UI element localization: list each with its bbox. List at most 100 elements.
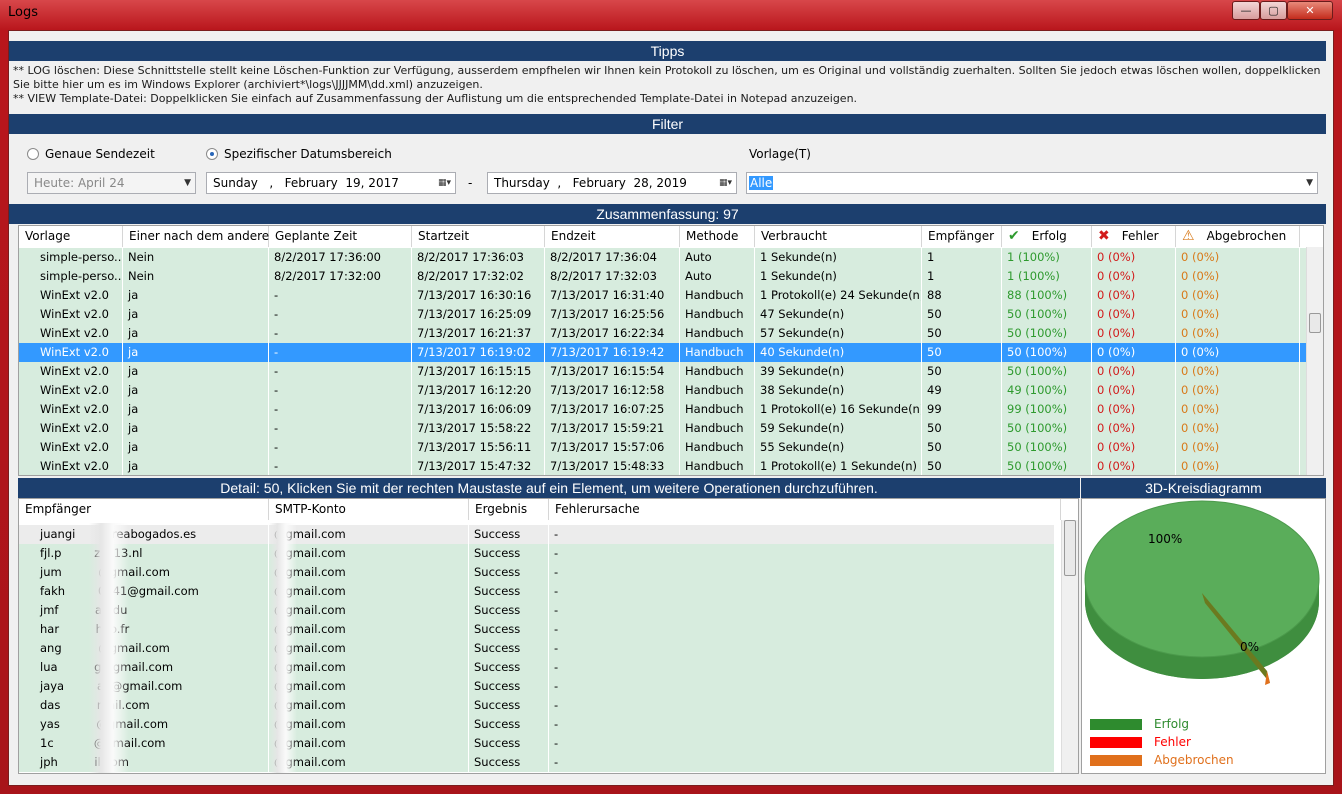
- table-cell: 1 (100%): [1002, 248, 1092, 267]
- table-cell: @gmail.com: [269, 696, 469, 715]
- column-header-10[interactable]: ⚠ Abgebrochen: [1176, 226, 1300, 247]
- detail-scrollbar[interactable]: [1061, 520, 1078, 773]
- column-header-3[interactable]: Startzeit: [412, 226, 545, 247]
- table-row[interactable]: WinExt v2.0 ja -7/13/2017 16:21:37 7/13/201…: [19, 324, 1306, 343]
- legend-item-fehler: Fehler: [1090, 735, 1191, 749]
- detail-column-header-2[interactable]: Ergebnis: [469, 499, 549, 520]
- table-row[interactable]: WinExt v2.0 ja -7/13/2017 15:58:22 7/13/201…: [19, 419, 1306, 438]
- maximize-button[interactable]: ▢: [1260, 1, 1287, 20]
- detail-column-header-0[interactable]: Empfänger: [19, 499, 269, 520]
- table-cell: 1 Sekunde(n): [755, 248, 922, 267]
- detail-table[interactable]: Empfänger SMTP-Konto Ergebnis Fehlerursache…: [18, 498, 1079, 774]
- table-cell: Handbuch: [680, 457, 755, 475]
- list-item[interactable]: har hoo.fr @gmail.com Success -: [19, 620, 1061, 639]
- calendar-icon[interactable]: ▦▾: [438, 173, 451, 193]
- summary-scroll-thumb[interactable]: [1309, 313, 1321, 333]
- table-row[interactable]: WinExt v2.0 ja -7/13/2017 16:25:09 7/13/201…: [19, 305, 1306, 324]
- table-cell: 0 (0%): [1176, 286, 1300, 305]
- table-cell: -: [549, 677, 1061, 696]
- pie-label-success: 100%: [1148, 532, 1182, 546]
- template-label: Vorlage(T): [749, 147, 811, 161]
- table-cell: -: [269, 362, 412, 381]
- tips-line-1: ** LOG löschen: Diese Schnittstelle stel…: [13, 64, 1321, 91]
- table-row[interactable]: simple-perso... Nein 8/2/2017 17:36:00 8/2/…: [19, 248, 1306, 267]
- detail-column-header-3[interactable]: Fehlerursache: [549, 499, 1061, 520]
- summary-scrollbar[interactable]: [1306, 247, 1323, 475]
- close-button[interactable]: ✕: [1287, 1, 1333, 20]
- radio-exact-time[interactable]: Genaue Sendezeit: [27, 147, 155, 161]
- tips-text[interactable]: ** LOG löschen: Diese Schnittstelle stel…: [13, 64, 1323, 106]
- column-header-label: Einer nach dem anderen?: [129, 229, 284, 243]
- list-item[interactable]: juangi ureabogados.es @gmail.com Success -: [19, 525, 1061, 544]
- chevron-down-icon: ▼: [184, 178, 191, 188]
- table-cell: 50 (100%): [1002, 457, 1092, 475]
- list-item[interactable]: das mail.com@gmail.comSuccess-: [19, 696, 1061, 715]
- column-header-5[interactable]: Methode: [680, 226, 755, 247]
- table-cell: Nein: [123, 267, 269, 286]
- calendar-icon[interactable]: ▦▾: [719, 173, 732, 193]
- list-item[interactable]: jaya ak@gmail.com @gmail.com Success -: [19, 677, 1061, 696]
- list-item[interactable]: yas @gmail.com @gmail.com Success -: [19, 715, 1061, 734]
- table-cell: -: [549, 563, 1061, 582]
- table-cell: WinExt v2.0: [35, 324, 123, 343]
- table-row[interactable]: WinExt v2.0 ja -7/13/2017 16:15:15 7/13/201…: [19, 362, 1306, 381]
- table-cell: 0 (0%): [1176, 400, 1300, 419]
- title-bar[interactable]: Logs — ▢ ✕: [0, 0, 1342, 28]
- table-cell: jmf a.edu: [35, 601, 269, 620]
- table-cell: simple-perso...: [35, 248, 123, 267]
- list-item[interactable]: jmf a.edu @gmail.com Success -: [19, 601, 1061, 620]
- list-item[interactable]: ang @gmail.com @gmail.com Success -: [19, 639, 1061, 658]
- list-item[interactable]: fakh 0641@gmail.com @gmail.com Success -: [19, 582, 1061, 601]
- column-header-6[interactable]: Verbraucht: [755, 226, 922, 247]
- list-item[interactable]: jum @gmail.com @gmail.com Success -: [19, 563, 1061, 582]
- table-cell: -: [549, 639, 1061, 658]
- table-cell: 0 (0%): [1176, 419, 1300, 438]
- table-cell: 50 (100%): [1002, 324, 1092, 343]
- column-header-2[interactable]: Geplante Zeit: [269, 226, 412, 247]
- table-cell: 7/13/2017 16:19:02: [412, 343, 545, 362]
- table-row[interactable]: WinExt v2.0 ja -7/13/2017 16:19:02 7/13/201…: [19, 343, 1306, 362]
- table-cell: Success: [469, 620, 549, 639]
- radio-date-range[interactable]: Spezifischer Datumsbereich: [206, 147, 392, 161]
- table-cell: 0 (0%): [1092, 305, 1176, 324]
- summary-header[interactable]: Zusammenfassung: 97: [9, 204, 1326, 224]
- table-row[interactable]: WinExt v2.0 ja -7/13/2017 16:12:20 7/13/201…: [19, 381, 1306, 400]
- list-item[interactable]: 1c @gmail.com @gmail.com Success -: [19, 734, 1061, 753]
- column-header-8[interactable]: ✔ Erfolg: [1002, 226, 1092, 247]
- column-header-9[interactable]: ✖ Fehler: [1092, 226, 1176, 247]
- table-row[interactable]: WinExt v2.0 ja -7/13/2017 15:47:32 7/13/201…: [19, 457, 1306, 475]
- date-separator: -: [468, 176, 473, 190]
- template-value: Alle: [749, 176, 774, 190]
- table-cell: -: [269, 419, 412, 438]
- pie-panel: 100% 0% Erfolg Fehler Abgebrochen: [1081, 498, 1326, 774]
- column-header-label: Abgebrochen: [1206, 229, 1287, 243]
- date-from-picker[interactable]: Sunday , February 19, 2017 ▦▾: [206, 172, 456, 194]
- table-cell: Handbuch: [680, 381, 755, 400]
- list-item[interactable]: fjl.p zzp13.nl@gmail.comSuccess-: [19, 544, 1061, 563]
- table-row[interactable]: WinExt v2.0 ja -7/13/2017 15:56:11 7/13/201…: [19, 438, 1306, 457]
- column-header-7[interactable]: Empfänger: [922, 226, 1002, 247]
- table-cell: 0 (0%): [1092, 343, 1176, 362]
- table-cell: 7/13/2017 16:31:40: [545, 286, 680, 305]
- table-cell: lua g@gmail.com: [35, 658, 269, 677]
- column-header-0[interactable]: Vorlage: [19, 226, 123, 247]
- today-dropdown[interactable]: Heute: April 24 ▼: [27, 172, 196, 194]
- date-to-picker[interactable]: Thursday , February 28, 2019 ▦▾: [487, 172, 737, 194]
- list-item[interactable]: lua g@gmail.com @gmail.com Success -: [19, 658, 1061, 677]
- table-cell: 50 (100%): [1002, 438, 1092, 457]
- date-from-value: Sunday , February 19, 2017: [213, 176, 399, 190]
- table-row[interactable]: WinExt v2.0 ja -7/13/2017 16:30:16 7/13/201…: [19, 286, 1306, 305]
- list-item[interactable]: jph il.com @gmail.com Success -: [19, 753, 1061, 772]
- detail-scroll-thumb[interactable]: [1064, 520, 1076, 576]
- table-row[interactable]: WinExt v2.0 ja -7/13/2017 16:06:09 7/13/201…: [19, 400, 1306, 419]
- minimize-button[interactable]: —: [1232, 1, 1260, 20]
- radio-range-label: Spezifischer Datumsbereich: [224, 147, 392, 161]
- column-header-4[interactable]: Endzeit: [545, 226, 680, 247]
- table-row[interactable]: simple-perso... Nein 8/2/2017 17:32:00 8/2/…: [19, 267, 1306, 286]
- column-header-1[interactable]: Einer nach dem anderen?: [123, 226, 283, 247]
- table-cell: 7/13/2017 16:25:09: [412, 305, 545, 324]
- template-dropdown[interactable]: Alle ▼: [746, 172, 1318, 194]
- table-cell: 7/13/2017 16:06:09: [412, 400, 545, 419]
- detail-column-header-1[interactable]: SMTP-Konto: [269, 499, 469, 520]
- summary-table[interactable]: Vorlage Einer nach dem anderen? Geplante Z…: [18, 225, 1324, 476]
